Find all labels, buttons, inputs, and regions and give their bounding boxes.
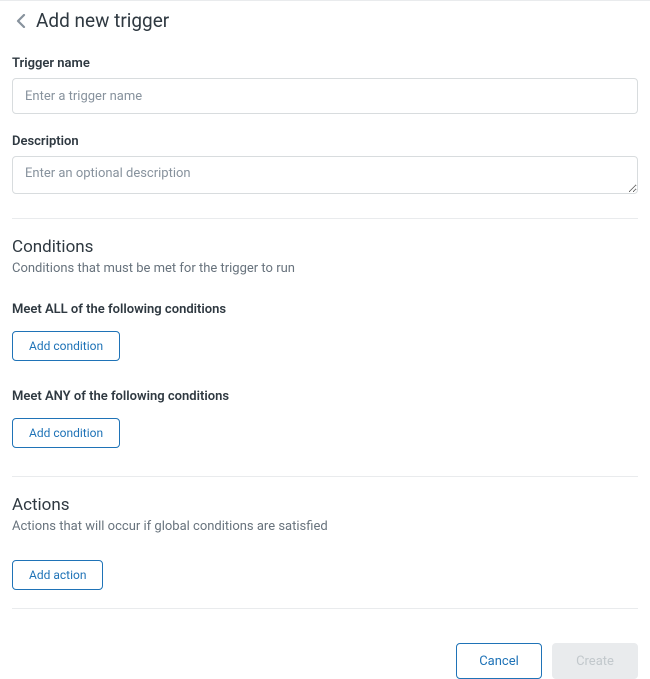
divider — [12, 218, 638, 219]
divider — [12, 476, 638, 477]
page-title: Add new trigger — [36, 9, 169, 32]
conditions-any-label: Meet ANY of the following conditions — [12, 389, 638, 404]
cancel-button[interactable]: Cancel — [456, 643, 542, 679]
trigger-name-input[interactable] — [12, 78, 638, 114]
create-button[interactable]: Create — [552, 643, 638, 679]
add-condition-all-button[interactable]: Add condition — [12, 331, 120, 361]
conditions-title: Conditions — [12, 237, 638, 257]
actions-title: Actions — [12, 495, 638, 515]
conditions-subtitle: Conditions that must be met for the trig… — [12, 261, 638, 276]
conditions-all-label: Meet ALL of the following conditions — [12, 302, 638, 317]
description-label: Description — [12, 134, 638, 149]
back-chevron-icon[interactable] — [12, 11, 30, 31]
description-textarea[interactable] — [12, 156, 638, 194]
trigger-name-label: Trigger name — [12, 56, 638, 71]
add-condition-any-button[interactable]: Add condition — [12, 418, 120, 448]
actions-subtitle: Actions that will occur if global condit… — [12, 519, 638, 534]
add-action-button[interactable]: Add action — [12, 560, 103, 590]
divider — [12, 608, 638, 609]
